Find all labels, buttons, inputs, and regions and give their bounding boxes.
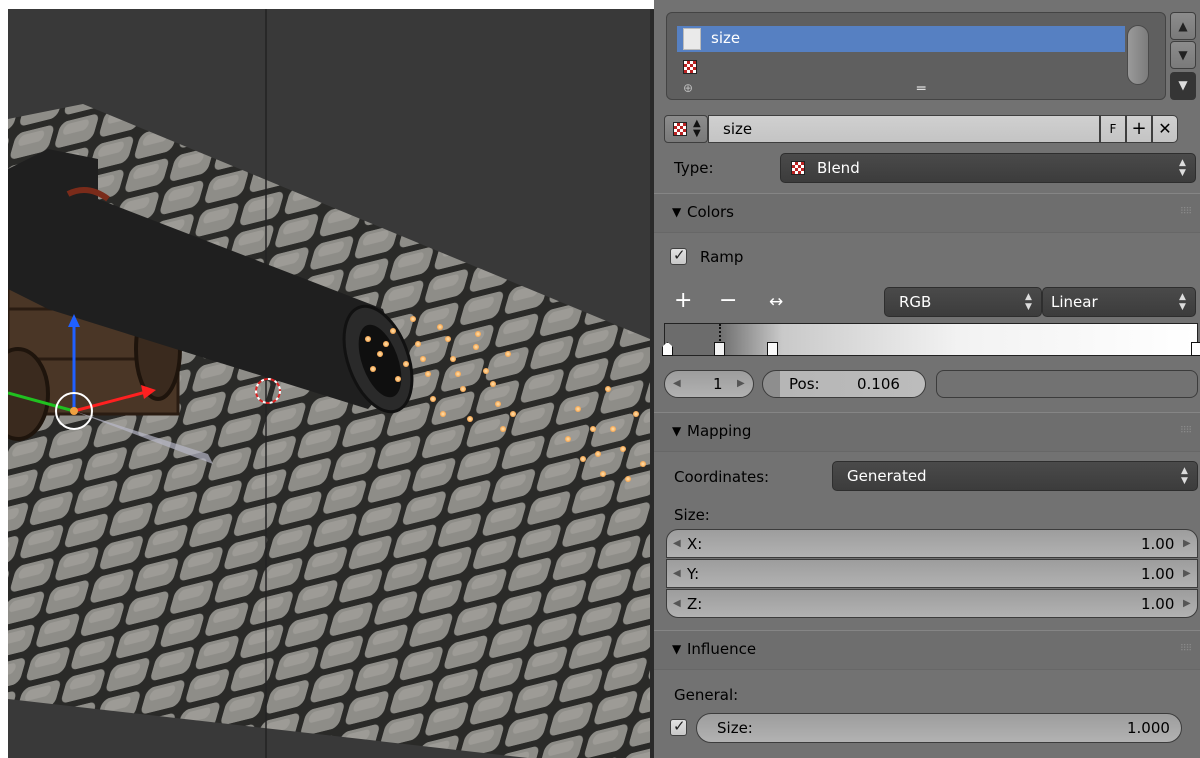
x-label: X: <box>687 535 703 553</box>
size-z-field[interactable]: ◀ Z: 1.00 ▶ <box>666 589 1198 618</box>
y-value: 1.00 <box>1141 565 1175 583</box>
texture-browse-button[interactable]: ▲ ▼ <box>664 115 708 143</box>
color-ramp-bar[interactable] <box>662 323 1200 356</box>
slot-side-controls: ▲ ▼ ▼ <box>1170 12 1196 100</box>
ramp-stop-marker[interactable] <box>662 342 673 356</box>
influence-size-label: Size: <box>717 719 753 737</box>
ramp-label: Ramp <box>700 248 744 266</box>
fake-user-label: F <box>1109 122 1117 136</box>
decrement-arrow-icon[interactable]: ◀ <box>673 378 681 389</box>
increment-arrow-icon[interactable]: ▶ <box>1183 598 1191 609</box>
updown-arrows-icon: ▲ ▼ <box>1025 292 1032 312</box>
size-y-field[interactable]: ◀ Y: 1.00 ▶ <box>666 559 1198 588</box>
mapping-panel-header[interactable]: ▼ Mapping ⠿⠿ <box>654 412 1200 452</box>
y-label: Y: <box>687 565 700 583</box>
list-scrollbar[interactable] <box>1127 25 1149 85</box>
add-stop-button[interactable]: + <box>674 288 692 313</box>
increment-arrow-icon[interactable]: ▶ <box>1183 568 1191 579</box>
x-value: 1.00 <box>1141 535 1175 553</box>
list-resize-grip[interactable]: ═ <box>917 81 925 97</box>
size-label: Size: <box>674 506 710 524</box>
remove-stop-button[interactable]: − <box>719 288 737 313</box>
updown-arrows-icon: ▲ ▼ <box>1179 158 1186 178</box>
color-mode-dropdown[interactable]: RGB ▲ ▼ <box>884 287 1042 317</box>
type-label: Type: <box>674 159 714 177</box>
active-stop-index-value: 1 <box>713 375 723 393</box>
increment-arrow-icon[interactable]: ▶ <box>1183 538 1191 549</box>
checkmark-icon: ✓ <box>673 246 686 264</box>
move-slot-up-button[interactable]: ▲ <box>1170 12 1196 40</box>
z-label: Z: <box>687 595 703 613</box>
influence-panel-header[interactable]: ▼ Influence ⠿⠿ <box>654 630 1200 670</box>
move-slot-down-button[interactable]: ▼ <box>1170 41 1196 69</box>
properties-panel: size ⊕ ═ ▲ ▼ ▼ ▲ ▼ size F + ✕ Type: Blend <box>654 0 1200 758</box>
checker-texture-icon <box>673 122 687 136</box>
texture-type-value: Blend <box>817 159 860 177</box>
influence-size-field[interactable]: Size: 1.000 <box>696 713 1182 743</box>
flip-ramp-button[interactable]: ↔ <box>769 292 783 312</box>
colors-header-label: Colors <box>687 203 734 221</box>
updown-arrows-icon: ▲ ▼ <box>693 118 701 139</box>
size-x-field[interactable]: ◀ X: 1.00 ▶ <box>666 529 1198 558</box>
collapse-arrow-icon: ▼ <box>672 424 682 438</box>
stop-color-swatch[interactable] <box>936 370 1198 398</box>
texture-slot-list[interactable]: size ⊕ ═ <box>666 12 1166 100</box>
updown-arrows-icon: ▲ ▼ <box>1181 466 1188 486</box>
texture-type-dropdown[interactable]: Blend ▲ ▼ <box>780 153 1196 183</box>
influence-size-value: 1.000 <box>1127 719 1170 737</box>
add-slot-icon[interactable]: ⊕ <box>683 81 693 95</box>
general-label: General: <box>674 686 739 704</box>
coordinates-label: Coordinates: <box>674 468 770 486</box>
checker-texture-icon <box>683 60 697 74</box>
checkmark-icon: ✓ <box>673 717 686 735</box>
drag-grip-icon[interactable]: ⠿⠿ <box>1180 644 1192 654</box>
texture-name-value: size <box>723 120 753 138</box>
collapse-arrow-icon: ▼ <box>672 642 682 656</box>
texture-slot-label: size <box>711 29 741 47</box>
ramp-active-stop-line <box>719 324 721 344</box>
influence-size-checkbox[interactable]: ✓ <box>670 717 687 736</box>
ramp-checkbox[interactable]: ✓ <box>670 246 687 265</box>
updown-arrows-icon: ▲ ▼ <box>1179 292 1186 312</box>
decrement-arrow-icon[interactable]: ◀ <box>673 568 681 579</box>
drag-grip-icon[interactable]: ⠿⠿ <box>1180 207 1192 217</box>
decrement-arrow-icon[interactable]: ◀ <box>673 598 681 609</box>
stop-position-field[interactable]: Pos: 0.106 <box>762 370 926 398</box>
plus-icon: + <box>1131 118 1147 139</box>
interpolation-dropdown[interactable]: Linear ▲ ▼ <box>1042 287 1196 317</box>
blank-texture-icon <box>683 28 701 50</box>
colors-panel-header[interactable]: ▼ Colors ⠿⠿ <box>654 193 1200 233</box>
unlink-texture-button[interactable]: ✕ <box>1152 115 1178 143</box>
mapping-header-label: Mapping <box>687 422 752 440</box>
blend-texture-icon <box>791 161 805 175</box>
z-value: 1.00 <box>1141 595 1175 613</box>
texture-name-field[interactable]: size <box>708 115 1100 143</box>
close-icon: ✕ <box>1158 119 1172 138</box>
coordinates-dropdown[interactable]: Generated ▲ ▼ <box>832 461 1198 491</box>
decrement-arrow-icon[interactable]: ◀ <box>673 538 681 549</box>
influence-header-label: Influence <box>687 640 757 658</box>
interpolation-value: Linear <box>1051 293 1098 311</box>
pos-value: 0.106 <box>857 375 900 393</box>
increment-arrow-icon[interactable]: ▶ <box>737 378 745 389</box>
ramp-stop-marker[interactable] <box>1191 342 1200 356</box>
active-stop-index-field[interactable]: ◀ 1 ▶ <box>664 370 754 398</box>
collapse-arrow-icon: ▼ <box>672 205 682 219</box>
ramp-stop-marker[interactable] <box>714 342 725 356</box>
pos-label: Pos: <box>789 375 820 393</box>
texture-selector: ▲ ▼ size F + ✕ <box>664 115 1198 143</box>
viewport-scene <box>8 9 650 758</box>
drag-grip-icon[interactable]: ⠿⠿ <box>1180 426 1192 436</box>
coordinates-value: Generated <box>847 467 927 485</box>
color-mode-value: RGB <box>899 293 932 311</box>
texture-slot-row[interactable]: size <box>677 26 1125 52</box>
fake-user-button[interactable]: F <box>1100 115 1126 143</box>
3d-viewport[interactable] <box>8 9 650 758</box>
slot-specials-button[interactable]: ▼ <box>1170 72 1196 100</box>
ramp-stop-marker[interactable] <box>767 342 778 356</box>
new-texture-button[interactable]: + <box>1126 115 1152 143</box>
